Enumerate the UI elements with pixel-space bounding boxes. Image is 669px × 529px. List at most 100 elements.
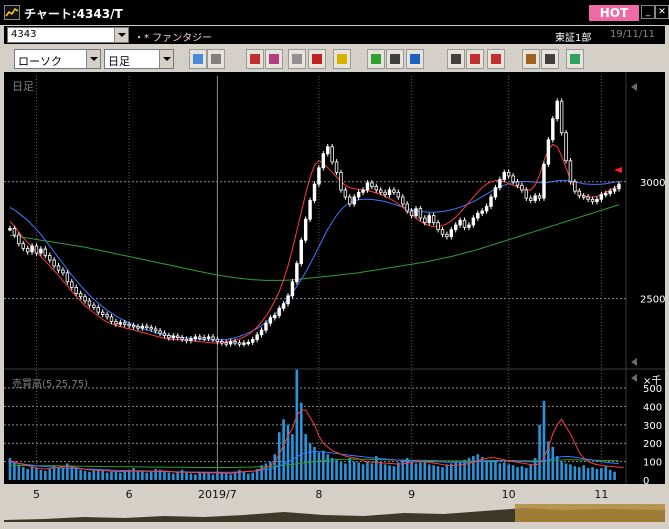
candle bbox=[114, 321, 118, 325]
alert-icon[interactable] bbox=[333, 49, 351, 69]
candle bbox=[581, 195, 586, 198]
hot-button[interactable]: HOT bbox=[589, 5, 639, 21]
volume-bar bbox=[352, 461, 356, 480]
volume-bar bbox=[366, 461, 369, 480]
pencil-icon[interactable] bbox=[367, 49, 385, 69]
range-window[interactable] bbox=[515, 504, 665, 522]
candle bbox=[383, 191, 387, 196]
volume-bar bbox=[17, 464, 21, 480]
candle bbox=[123, 322, 127, 325]
volume-ma-short-line bbox=[9, 409, 624, 474]
candle bbox=[189, 338, 193, 342]
candle bbox=[12, 228, 17, 236]
volume-tick-label: 200 bbox=[643, 439, 662, 450]
volume-bar bbox=[242, 471, 246, 480]
wrench-icon[interactable] bbox=[541, 49, 559, 69]
candle bbox=[30, 245, 34, 253]
close-icon[interactable]: ✕ bbox=[655, 5, 669, 19]
volume-bar bbox=[388, 465, 391, 480]
volume-bar bbox=[299, 402, 303, 480]
candle bbox=[471, 217, 476, 226]
volume-bar bbox=[61, 468, 65, 480]
search-chart-icon[interactable] bbox=[265, 49, 283, 69]
hot-label: HOT bbox=[599, 6, 629, 20]
candle bbox=[74, 286, 78, 294]
candle bbox=[348, 196, 352, 205]
candle bbox=[295, 263, 299, 283]
crosshair-icon[interactable] bbox=[207, 49, 225, 69]
volume-bar bbox=[246, 473, 250, 480]
candle bbox=[264, 322, 268, 331]
price-tick-label: 2500 bbox=[640, 295, 665, 306]
candle bbox=[418, 208, 423, 219]
volume-bar bbox=[498, 463, 502, 480]
candle bbox=[365, 182, 370, 191]
candle bbox=[251, 339, 255, 343]
chevron-down-icon[interactable] bbox=[86, 50, 100, 68]
candle bbox=[312, 183, 317, 201]
period-select[interactable]: 日足 bbox=[104, 49, 174, 69]
candle bbox=[149, 327, 153, 330]
candle bbox=[476, 212, 480, 219]
candle bbox=[202, 337, 206, 340]
grid-icon[interactable] bbox=[288, 49, 306, 69]
volume-bar bbox=[357, 462, 360, 480]
candle bbox=[131, 325, 136, 328]
chart-type-select[interactable]: ローソク bbox=[14, 49, 101, 69]
candle-settings-icon[interactable] bbox=[447, 49, 465, 69]
candle bbox=[184, 338, 189, 342]
volume-bar bbox=[105, 472, 109, 480]
candle bbox=[78, 293, 83, 298]
window-title: チャート:4343/T bbox=[24, 7, 123, 21]
palette-icon[interactable] bbox=[566, 49, 584, 69]
volume-bar bbox=[454, 461, 458, 480]
candle bbox=[423, 217, 427, 224]
volume-tick-label: 0 bbox=[643, 476, 649, 484]
chart-area[interactable]: 日足 売買高(5,25,75) ×千 3000 2500 500 400 300 200 1… bbox=[4, 72, 665, 501]
zoom-icon[interactable] bbox=[189, 49, 207, 69]
chevron-down-icon[interactable] bbox=[159, 50, 173, 68]
volume-bar bbox=[123, 471, 127, 480]
scroll-down-icon[interactable] bbox=[631, 358, 637, 366]
candle bbox=[17, 234, 21, 245]
compare-icon[interactable] bbox=[466, 49, 484, 69]
gear-icon[interactable] bbox=[522, 49, 540, 69]
minimize-icon[interactable]: _ bbox=[641, 5, 655, 19]
volume-bar bbox=[149, 470, 153, 480]
symbol-code-combo[interactable]: 4343 bbox=[7, 27, 129, 43]
scroll-up-icon[interactable] bbox=[631, 83, 637, 91]
x-axis-label: 2019/7 bbox=[198, 488, 237, 501]
volume-bar bbox=[304, 434, 307, 480]
volume-bar bbox=[397, 462, 400, 480]
volume-bar bbox=[600, 468, 603, 480]
chevron-down-icon[interactable] bbox=[114, 28, 128, 42]
split-icon[interactable] bbox=[308, 49, 326, 69]
x-axis-label: 10 bbox=[502, 488, 516, 501]
volume-tick-label: 300 bbox=[643, 421, 662, 432]
volume-bar bbox=[419, 462, 422, 480]
candle bbox=[524, 189, 529, 199]
candle bbox=[299, 239, 303, 264]
candle bbox=[343, 189, 348, 198]
volume-scroll-icon[interactable] bbox=[631, 374, 637, 382]
candle bbox=[374, 186, 378, 191]
x-axis-label: 8 bbox=[315, 488, 322, 501]
volume-tick-label: 400 bbox=[643, 402, 662, 413]
candle bbox=[352, 196, 356, 205]
candle bbox=[109, 316, 114, 322]
undo-icon[interactable] bbox=[406, 49, 424, 69]
volume-bar bbox=[74, 468, 78, 480]
volume-bar bbox=[551, 446, 555, 480]
candle bbox=[484, 205, 489, 212]
candle bbox=[277, 307, 281, 316]
stamp-icon[interactable] bbox=[246, 49, 264, 69]
candle bbox=[303, 218, 308, 241]
candle bbox=[537, 195, 542, 199]
all-icon[interactable] bbox=[487, 49, 505, 69]
volume-bar bbox=[92, 469, 96, 480]
cursor-icon[interactable] bbox=[386, 49, 404, 69]
volume-bar bbox=[194, 474, 197, 480]
candle bbox=[370, 182, 374, 187]
candle bbox=[506, 172, 511, 177]
history-navigator[interactable] bbox=[4, 504, 665, 522]
